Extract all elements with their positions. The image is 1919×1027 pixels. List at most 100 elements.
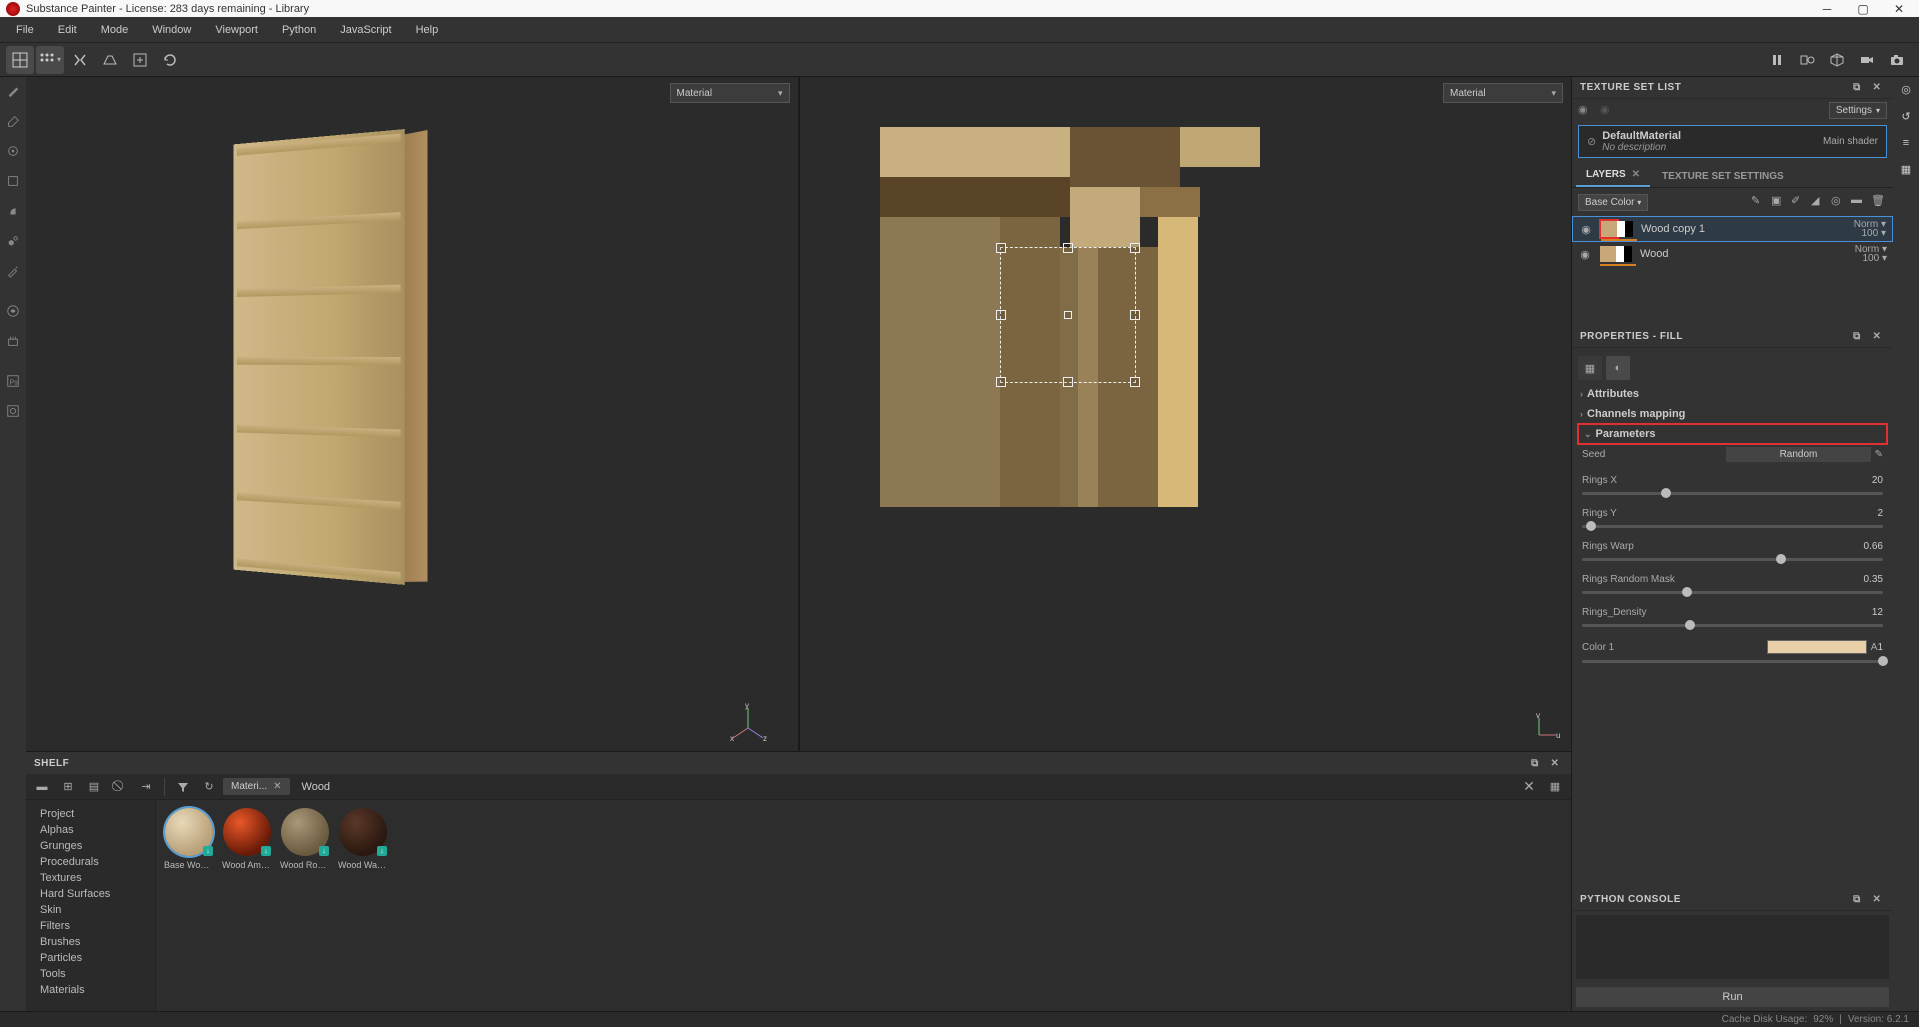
close-button[interactable]: ✕ xyxy=(1891,1,1907,17)
menu-file[interactable]: File xyxy=(4,20,46,40)
toolbar-refresh[interactable] xyxy=(156,46,184,74)
toolbar-camera-icon[interactable] xyxy=(1883,46,1911,74)
material-item[interactable]: ↓ Wood Waln... xyxy=(338,808,388,870)
shelf-import-icon[interactable]: ⇥ xyxy=(134,776,158,798)
toolbar-3d-icon[interactable] xyxy=(1823,46,1851,74)
properties-fill-icon[interactable]: ▦ xyxy=(1578,356,1602,380)
tool-brush-icon[interactable] xyxy=(5,83,21,99)
shelf-filter-pill[interactable]: Materi...✕ xyxy=(223,778,290,795)
param-ringsdensity-slider[interactable] xyxy=(1582,624,1883,627)
shelf-save-icon[interactable]: ▤ xyxy=(82,776,106,798)
layer-visibility-icon[interactable]: ◉ xyxy=(1578,248,1592,261)
section-attributes[interactable]: ›Attributes xyxy=(1578,384,1887,404)
shelf-collection-icon[interactable]: ⊞ xyxy=(56,776,80,798)
layer-mask-thumbnail[interactable] xyxy=(1617,221,1633,237)
menu-help[interactable]: Help xyxy=(404,20,451,40)
menu-viewport[interactable]: Viewport xyxy=(203,20,270,40)
toolbar-perspective[interactable] xyxy=(96,46,124,74)
shelf-cat-alphas[interactable]: Alphas xyxy=(26,822,155,838)
param-color1-alpha-slider[interactable] xyxy=(1582,660,1883,663)
texture-set-item[interactable]: ⊘ DefaultMaterial No description Main sh… xyxy=(1578,125,1887,158)
tool-photoshop-icon[interactable]: Ps xyxy=(5,373,21,389)
menu-edit[interactable]: Edit xyxy=(46,20,89,40)
toolbar-symmetry[interactable] xyxy=(66,46,94,74)
panel-close-icon[interactable]: ✕ xyxy=(1869,329,1885,345)
shelf-cat-materials[interactable]: Materials xyxy=(26,982,155,998)
shelf-refresh-icon[interactable]: ↻ xyxy=(197,776,221,798)
layer-add-fill-icon[interactable]: ◢ xyxy=(1811,194,1827,210)
param-ringswarp-value[interactable]: 0.66 xyxy=(1864,541,1883,552)
shelf-filter-icon[interactable] xyxy=(171,776,195,798)
side-camera-icon[interactable]: ◎ xyxy=(1901,83,1911,96)
tool-clone-icon[interactable] xyxy=(5,233,21,249)
toolbar-grid-mode[interactable]: ▾ xyxy=(36,46,64,74)
layer-thumbnail[interactable] xyxy=(1600,246,1616,262)
panel-close-icon[interactable]: ✕ xyxy=(1869,892,1885,908)
panel-close-icon[interactable]: ✕ xyxy=(1869,80,1885,96)
param-ringswarp-slider[interactable] xyxy=(1582,558,1883,561)
material-item[interactable]: ↓ Wood Rough xyxy=(280,808,330,870)
param-seed-value[interactable]: Random xyxy=(1726,447,1870,462)
tool-eraser-icon[interactable] xyxy=(5,113,21,129)
tool-polyfill-icon[interactable] xyxy=(5,173,21,189)
visibility-all-icon[interactable]: ◉ xyxy=(1578,103,1592,117)
shelf-clear-search-icon[interactable]: ✕ xyxy=(1517,776,1541,798)
param-ringsx-slider[interactable] xyxy=(1582,492,1883,495)
side-settings-icon[interactable]: ▦ xyxy=(1901,163,1911,176)
toolbar-iray[interactable] xyxy=(1793,46,1821,74)
param-ringsx-value[interactable]: 20 xyxy=(1872,475,1883,486)
viewport-2d-mode-dropdown[interactable]: Material xyxy=(1443,83,1563,103)
panel-undock-icon[interactable]: ⧉ xyxy=(1849,80,1865,96)
channel-dropdown[interactable]: Base Color ▾ xyxy=(1578,194,1648,211)
shelf-cat-particles[interactable]: Particles xyxy=(26,950,155,966)
shelf-cat-skin[interactable]: Skin xyxy=(26,902,155,918)
tool-smudge-icon[interactable] xyxy=(5,203,21,219)
layer-folder-icon[interactable]: ▬ xyxy=(1851,194,1867,210)
toolbar-display-mode[interactable] xyxy=(6,46,34,74)
shelf-cat-project[interactable]: Project xyxy=(26,806,155,822)
shelf-cat-brushes[interactable]: Brushes xyxy=(26,934,155,950)
panel-undock-icon[interactable]: ⧉ xyxy=(1849,329,1865,345)
layer-add-smart-icon[interactable]: ◎ xyxy=(1831,194,1847,210)
shelf-close-icon[interactable]: ✕ xyxy=(1547,755,1563,771)
minimize-button[interactable]: ─ xyxy=(1819,1,1835,17)
side-log-icon[interactable]: ≡ xyxy=(1903,137,1909,149)
shelf-cat-tools[interactable]: Tools xyxy=(26,966,155,982)
param-ringsrandommask-value[interactable]: 0.35 xyxy=(1864,574,1883,585)
param-color1-value[interactable]: 1 xyxy=(1877,642,1883,653)
layer-item[interactable]: ◉ Wood Norm ▾ 100 ▾ xyxy=(1572,242,1893,266)
tool-substance-icon[interactable] xyxy=(5,303,21,319)
section-parameters[interactable]: ⌄Parameters xyxy=(1578,424,1887,444)
visibility-solo-icon[interactable]: ◉ xyxy=(1600,103,1614,117)
param-color1-swatch[interactable] xyxy=(1767,640,1867,654)
param-ringsy-value[interactable]: 2 xyxy=(1877,508,1883,519)
tab-layers[interactable]: LAYERS✕ xyxy=(1576,164,1650,187)
shelf-undock-icon[interactable]: ⧉ xyxy=(1527,755,1543,771)
side-history-icon[interactable]: ↺ xyxy=(1901,110,1910,123)
maximize-button[interactable]: ▢ xyxy=(1855,1,1871,17)
viewport-3d[interactable]: Material y x z xyxy=(26,77,798,751)
menu-javascript[interactable]: JavaScript xyxy=(328,20,403,40)
texture-set-settings-dropdown[interactable]: Settings▾ xyxy=(1829,102,1887,119)
shelf-folder-icon[interactable]: ▬ xyxy=(30,776,54,798)
tool-bake-icon[interactable] xyxy=(5,333,21,349)
properties-material-icon[interactable]: ◐ xyxy=(1606,356,1630,380)
param-ringsy-slider[interactable] xyxy=(1582,525,1883,528)
layer-add-paint-icon[interactable]: ✐ xyxy=(1791,194,1807,210)
tool-resource-icon[interactable] xyxy=(5,403,21,419)
shelf-cat-filters[interactable]: Filters xyxy=(26,918,155,934)
param-ringsrandommask-slider[interactable] xyxy=(1582,591,1883,594)
param-ringsdensity-value[interactable]: 12 xyxy=(1872,607,1883,618)
toolbar-video-icon[interactable] xyxy=(1853,46,1881,74)
menu-python[interactable]: Python xyxy=(270,20,328,40)
shelf-cat-textures[interactable]: Textures xyxy=(26,870,155,886)
layer-mask-icon[interactable]: ▣ xyxy=(1771,194,1787,210)
viewport-2d[interactable]: Material xyxy=(800,77,1572,751)
shelf-cat-procedurals[interactable]: Procedurals xyxy=(26,854,155,870)
layer-mask-thumbnail[interactable] xyxy=(1616,246,1632,262)
panel-undock-icon[interactable]: ⧉ xyxy=(1849,892,1865,908)
param-seed-edit-icon[interactable]: ✎ xyxy=(1875,449,1883,460)
python-console-input[interactable] xyxy=(1576,915,1889,979)
tool-picker-icon[interactable] xyxy=(5,263,21,279)
tab-texture-set-settings[interactable]: TEXTURE SET SETTINGS xyxy=(1652,166,1794,187)
